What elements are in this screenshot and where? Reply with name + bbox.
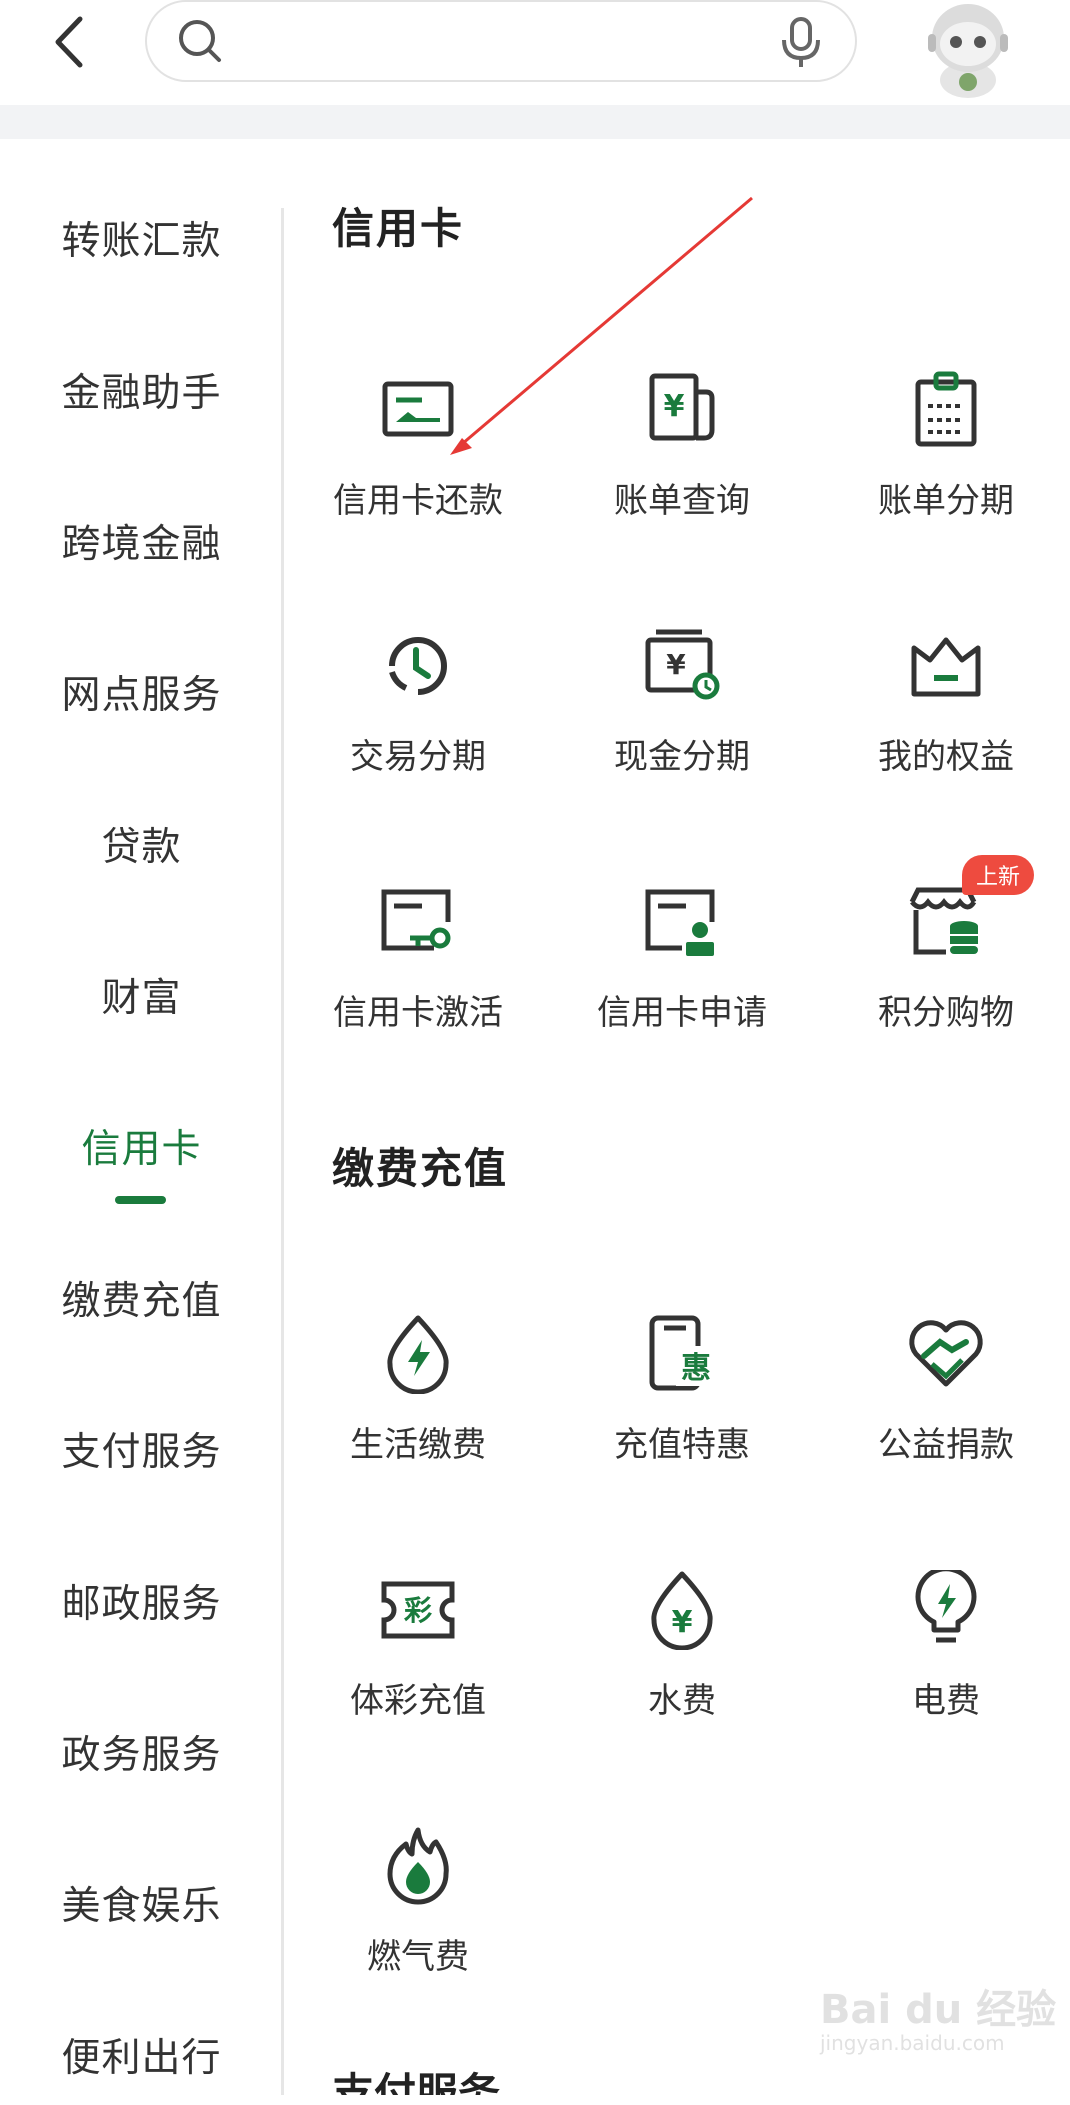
active-indicator [115, 1196, 166, 1204]
tile-label: 水费 [648, 1681, 716, 1721]
crown-icon [911, 637, 981, 697]
tile-label: 积分购物 [878, 993, 1014, 1033]
tile-label: 交易分期 [350, 737, 486, 777]
section-title-payment-service: 支付服务 [332, 2069, 501, 2095]
category-sidebar: 转账汇款 金融助手 跨境金融 网点服务 贷款 财富 信用卡 缴费充值 支付服务 … [0, 139, 283, 2095]
header-separator [0, 105, 1070, 139]
sidebar-item-payment-service[interactable]: 支付服务 [0, 1399, 283, 1499]
cash-installment-icon: ¥ [645, 629, 720, 700]
tile-label: 账单查询 [614, 481, 750, 521]
robot-assistant-avatar[interactable] [918, 0, 1018, 98]
electricity-bulb-icon [915, 1570, 977, 1643]
tile-card-repay[interactable]: 信用卡还款 [298, 370, 538, 560]
card-activate-icon [381, 889, 451, 951]
tile-label: 信用卡激活 [333, 993, 503, 1033]
tile-label: 燃气费 [367, 1937, 469, 1977]
tile-label: 我的权益 [878, 737, 1014, 777]
tile-lottery[interactable]: 彩 体彩充值 [298, 1570, 538, 1760]
tile-life-payment[interactable]: 生活缴费 [298, 1314, 538, 1504]
svg-text:¥: ¥ [672, 1605, 693, 1640]
tile-recharge-discount[interactable]: 惠 充值特惠 [562, 1314, 802, 1504]
svg-text:¥: ¥ [666, 648, 686, 681]
tile-electricity-fee[interactable]: 电费 [826, 1570, 1066, 1760]
water-drop-icon: ¥ [651, 1571, 713, 1650]
tile-label: 信用卡申请 [597, 993, 767, 1033]
bill-installment-icon [915, 371, 977, 447]
microphone-icon[interactable] [779, 16, 823, 70]
sidebar-item-food-entertainment[interactable]: 美食娱乐 [0, 1853, 283, 1953]
section-title-payment-recharge: 缴费充值 [332, 1144, 509, 1193]
tile-water-fee[interactable]: ¥ 水费 [562, 1570, 802, 1760]
sidebar-item-government-service[interactable]: 政务服务 [0, 1702, 283, 1802]
sidebar-item-payment-recharge[interactable]: 缴费充值 [0, 1248, 283, 1348]
sidebar-item-cross-border[interactable]: 跨境金融 [0, 491, 283, 591]
sidebar-item-wealth[interactable]: 财富 [0, 945, 283, 1045]
transaction-installment-icon [389, 637, 447, 695]
charity-heart-icon [909, 1320, 983, 1387]
baidu-watermark: Bai du 经验 jingyan.baidu.com [820, 1975, 1060, 2065]
tile-label: 体彩充值 [350, 1681, 486, 1721]
bill-query-icon: ¥ [649, 373, 715, 441]
tile-label: 充值特惠 [614, 1425, 750, 1465]
sidebar-divider [281, 208, 284, 2095]
tile-card-activate[interactable]: 信用卡激活 [298, 882, 538, 1072]
tile-charity[interactable]: 公益捐款 [826, 1314, 1066, 1504]
search-icon [179, 20, 221, 62]
back-button[interactable] [44, 10, 94, 74]
lottery-ticket-icon: 彩 [381, 1581, 455, 1639]
tile-bill-query[interactable]: ¥ 账单查询 [562, 370, 802, 560]
card-repay-icon [382, 381, 454, 437]
sidebar-item-postal-service[interactable]: 邮政服务 [0, 1551, 283, 1651]
tile-gas-fee[interactable]: 燃气费 [298, 1826, 538, 2016]
gas-flame-icon [387, 1827, 449, 1905]
tile-points-shopping[interactable]: 积分购物 [826, 882, 1066, 1072]
tile-label: 公益捐款 [878, 1425, 1014, 1465]
top-bar [0, 0, 1070, 105]
tile-my-benefits[interactable]: 我的权益 [826, 626, 1066, 816]
new-badge: 上新 [962, 855, 1034, 895]
tile-cash-installment[interactable]: ¥ 现金分期 [562, 626, 802, 816]
search-bar[interactable] [145, 0, 857, 82]
sidebar-item-branch-service[interactable]: 网点服务 [0, 642, 283, 742]
svg-text:¥: ¥ [664, 389, 685, 424]
sidebar-item-transfer[interactable]: 转账汇款 [0, 188, 283, 288]
chevron-left-icon [55, 16, 83, 68]
tile-label: 生活缴费 [350, 1425, 486, 1465]
recharge-discount-icon: 惠 [649, 1315, 716, 1391]
tile-label: 信用卡还款 [333, 481, 503, 521]
sidebar-item-loans[interactable]: 贷款 [0, 794, 283, 894]
card-apply-icon [645, 889, 715, 956]
life-payment-icon [387, 1315, 449, 1394]
tile-transaction-installment[interactable]: 交易分期 [298, 626, 538, 816]
watermark-url: jingyan.baidu.com [820, 2031, 1005, 2055]
tile-label: 账单分期 [878, 481, 1014, 521]
sidebar-item-finance-assistant[interactable]: 金融助手 [0, 340, 283, 440]
svg-text:彩: 彩 [404, 1594, 432, 1627]
watermark-text: Bai du 经验 [820, 1987, 1057, 2033]
section-title-credit-card: 信用卡 [332, 204, 465, 253]
tile-bill-installment[interactable]: 账单分期 [826, 370, 1066, 560]
tile-label: 现金分期 [614, 737, 750, 777]
svg-text:惠: 惠 [681, 1351, 711, 1386]
tile-card-apply[interactable]: 信用卡申请 [562, 882, 802, 1072]
sidebar-item-credit-card[interactable]: 信用卡 [0, 1096, 283, 1196]
sidebar-item-travel[interactable]: 便利出行 [0, 2005, 283, 2105]
search-input[interactable] [239, 16, 763, 68]
tile-label: 电费 [912, 1681, 980, 1721]
